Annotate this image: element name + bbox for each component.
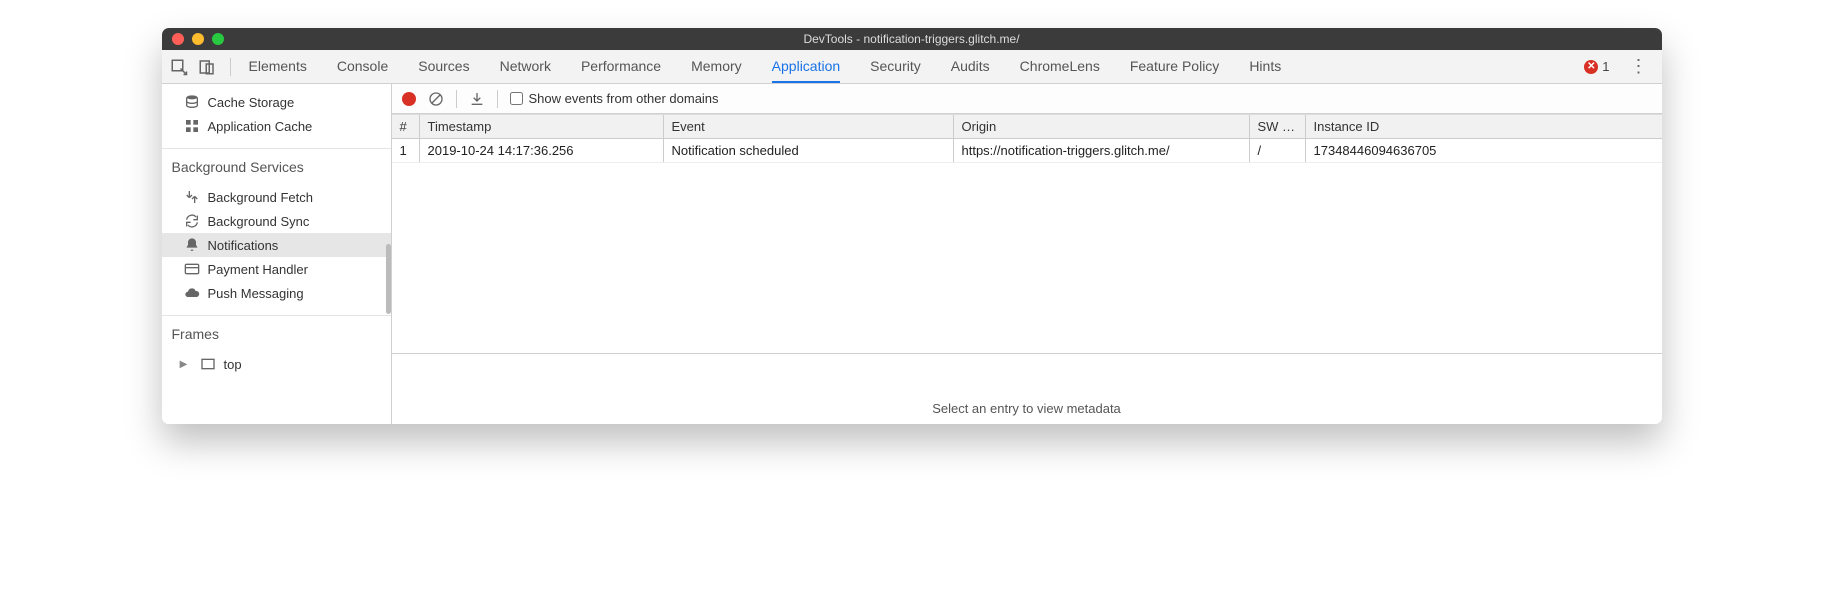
- col-header-origin[interactable]: Origin: [954, 115, 1250, 138]
- sidebar-header-background-services: Background Services: [162, 153, 391, 179]
- sidebar-item-background-sync[interactable]: Background Sync: [162, 209, 391, 233]
- grid-icon: [184, 118, 200, 134]
- cloud-icon: [184, 285, 200, 301]
- application-sidebar: Cache Storage Application Cache Backgrou…: [162, 84, 392, 424]
- error-count: 1: [1602, 59, 1609, 74]
- cell-origin: https://notification-triggers.glitch.me/: [954, 139, 1250, 162]
- table-body: 1 2019-10-24 14:17:36.256 Notification s…: [392, 139, 1662, 393]
- col-header-instance-id[interactable]: Instance ID: [1306, 115, 1662, 138]
- table-row[interactable]: 1 2019-10-24 14:17:36.256 Notification s…: [392, 139, 1662, 163]
- inspect-element-icon[interactable]: [170, 58, 188, 76]
- titlebar: DevTools - notification-triggers.glitch.…: [162, 28, 1662, 50]
- sidebar-item-label: Cache Storage: [208, 95, 295, 110]
- sync-icon: [184, 213, 200, 229]
- tab-elements[interactable]: Elements: [249, 51, 307, 83]
- toolbar-divider: [456, 90, 457, 108]
- tab-chromelens[interactable]: ChromeLens: [1020, 51, 1100, 83]
- record-button[interactable]: [402, 92, 416, 106]
- bell-icon: [184, 237, 200, 253]
- col-header-sw[interactable]: SW …: [1250, 115, 1306, 138]
- show-other-domains-label: Show events from other domains: [529, 91, 719, 106]
- sidebar-item-label: Background Fetch: [208, 190, 314, 205]
- tab-application[interactable]: Application: [772, 51, 841, 83]
- sidebar-item-label: top: [224, 357, 242, 372]
- devtools-window: DevTools - notification-triggers.glitch.…: [162, 28, 1662, 424]
- sidebar-item-notifications[interactable]: Notifications: [162, 233, 391, 257]
- sidebar-item-label: Payment Handler: [208, 262, 308, 277]
- error-icon: ✕: [1584, 60, 1598, 74]
- show-other-domains-input[interactable]: [510, 92, 523, 105]
- cell-sw: /: [1250, 139, 1306, 162]
- tab-hints[interactable]: Hints: [1249, 51, 1281, 83]
- events-toolbar: Show events from other domains: [392, 84, 1662, 114]
- tab-performance[interactable]: Performance: [581, 51, 661, 83]
- minimize-window-button[interactable]: [192, 33, 204, 45]
- show-other-domains-checkbox[interactable]: Show events from other domains: [510, 91, 719, 106]
- window-controls: [162, 33, 224, 45]
- cell-instance-id: 17348446094636705: [1306, 139, 1662, 162]
- tab-audits[interactable]: Audits: [951, 51, 990, 83]
- error-count-badge[interactable]: ✕ 1: [1584, 59, 1609, 74]
- maximize-window-button[interactable]: [212, 33, 224, 45]
- more-menu-icon[interactable]: ⋮: [1624, 56, 1654, 77]
- metadata-hint: Select an entry to view metadata: [392, 393, 1662, 424]
- cell-event: Notification scheduled: [664, 139, 954, 162]
- sidebar-item-label: Notifications: [208, 238, 279, 253]
- tab-memory[interactable]: Memory: [691, 51, 742, 83]
- events-table: # Timestamp Event Origin SW … Instance I…: [392, 114, 1662, 424]
- window-title: DevTools - notification-triggers.glitch.…: [162, 32, 1662, 46]
- sidebar-item-background-fetch[interactable]: Background Fetch: [162, 185, 391, 209]
- sidebar-item-label: Background Sync: [208, 214, 310, 229]
- tab-sources[interactable]: Sources: [418, 51, 469, 83]
- toolbar-divider: [497, 90, 498, 108]
- col-header-num[interactable]: #: [392, 115, 420, 138]
- tab-feature-policy[interactable]: Feature Policy: [1130, 51, 1219, 83]
- tab-network[interactable]: Network: [500, 51, 551, 83]
- expand-triangle-icon[interactable]: ▶: [176, 356, 192, 372]
- tab-security[interactable]: Security: [870, 51, 921, 83]
- close-window-button[interactable]: [172, 33, 184, 45]
- card-icon: [184, 261, 200, 277]
- panel-tabbar: Elements Console Sources Network Perform…: [162, 50, 1662, 84]
- download-icon[interactable]: [469, 91, 485, 107]
- sidebar-item-frame-top[interactable]: ▶ top: [162, 352, 391, 376]
- sidebar-item-cache-storage[interactable]: Cache Storage: [162, 90, 391, 114]
- panel-tabs: Elements Console Sources Network Perform…: [249, 51, 1282, 83]
- main-split: Cache Storage Application Cache Backgrou…: [162, 84, 1662, 424]
- clear-icon[interactable]: [428, 91, 444, 107]
- sidebar-item-push-messaging[interactable]: Push Messaging: [162, 281, 391, 305]
- fetch-icon: [184, 189, 200, 205]
- sidebar-item-application-cache[interactable]: Application Cache: [162, 114, 391, 138]
- device-toolbar-icon[interactable]: [198, 58, 216, 76]
- cell-num: 1: [392, 139, 420, 162]
- sidebar-item-label: Application Cache: [208, 119, 313, 134]
- cell-timestamp: 2019-10-24 14:17:36.256: [420, 139, 664, 162]
- frame-icon: [200, 356, 216, 372]
- database-icon: [184, 94, 200, 110]
- sidebar-item-label: Push Messaging: [208, 286, 304, 301]
- tab-console[interactable]: Console: [337, 51, 388, 83]
- col-header-timestamp[interactable]: Timestamp: [420, 115, 664, 138]
- sidebar-item-payment-handler[interactable]: Payment Handler: [162, 257, 391, 281]
- col-header-event[interactable]: Event: [664, 115, 954, 138]
- sidebar-header-frames: Frames: [162, 320, 391, 346]
- sidebar-scrollbar[interactable]: [386, 244, 391, 314]
- table-header-row: # Timestamp Event Origin SW … Instance I…: [392, 114, 1662, 139]
- notifications-panel: Show events from other domains # Timesta…: [392, 84, 1662, 424]
